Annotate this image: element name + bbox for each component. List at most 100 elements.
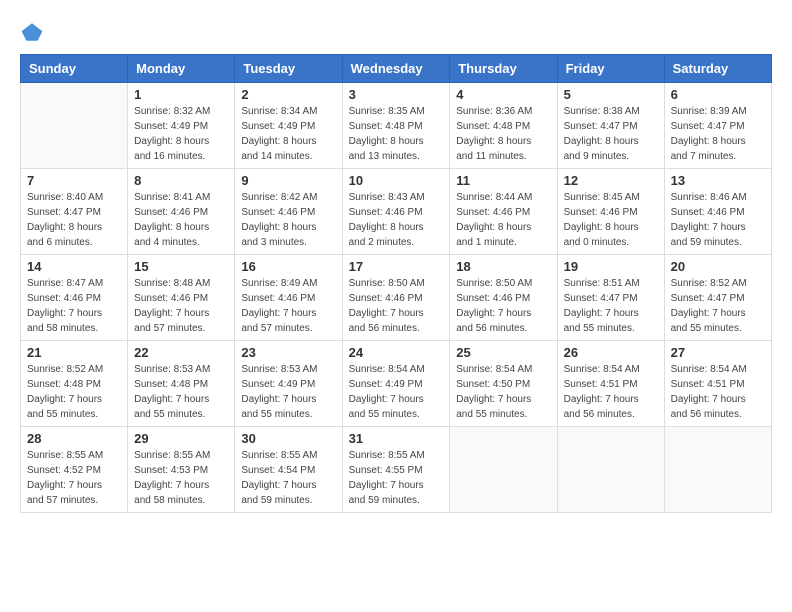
day-number: 12 bbox=[564, 173, 658, 188]
day-number: 22 bbox=[134, 345, 228, 360]
day-number: 16 bbox=[241, 259, 335, 274]
day-number: 29 bbox=[134, 431, 228, 446]
day-number: 19 bbox=[564, 259, 658, 274]
calendar-day-cell: 13 Sunrise: 8:46 AM Sunset: 4:46 PM Dayli… bbox=[664, 169, 771, 255]
day-info: Sunrise: 8:38 AM Sunset: 4:47 PM Dayligh… bbox=[564, 104, 658, 164]
day-number: 18 bbox=[456, 259, 550, 274]
calendar-day-cell: 14 Sunrise: 8:47 AM Sunset: 4:46 PM Dayli… bbox=[21, 255, 128, 341]
calendar-day-cell: 9 Sunrise: 8:42 AM Sunset: 4:46 PM Daylig… bbox=[235, 169, 342, 255]
day-info: Sunrise: 8:50 AM Sunset: 4:46 PM Dayligh… bbox=[349, 276, 444, 336]
day-info: Sunrise: 8:34 AM Sunset: 4:49 PM Dayligh… bbox=[241, 104, 335, 164]
calendar-day-cell: 6 Sunrise: 8:39 AM Sunset: 4:47 PM Daylig… bbox=[664, 83, 771, 169]
calendar-day-cell: 26Sunrise: 8:54 AM Sunset: 4:51 PM Dayli… bbox=[557, 341, 664, 427]
day-number: 23 bbox=[241, 345, 335, 360]
calendar-day-cell: 2 Sunrise: 8:34 AM Sunset: 4:49 PM Daylig… bbox=[235, 83, 342, 169]
day-number: 6 bbox=[671, 87, 765, 102]
calendar-day-cell bbox=[21, 83, 128, 169]
day-info: Sunrise: 8:53 AM Sunset: 4:48 PM Dayligh… bbox=[134, 362, 228, 422]
day-number: 28 bbox=[27, 431, 121, 446]
day-number: 20 bbox=[671, 259, 765, 274]
day-info: Sunrise: 8:52 AM Sunset: 4:47 PM Dayligh… bbox=[671, 276, 765, 336]
day-info: Sunrise: 8:46 AM Sunset: 4:46 PM Dayligh… bbox=[671, 190, 765, 250]
day-info: Sunrise: 8:42 AM Sunset: 4:46 PM Dayligh… bbox=[241, 190, 335, 250]
day-number: 31 bbox=[349, 431, 444, 446]
calendar-week-row: 7 Sunrise: 8:40 AM Sunset: 4:47 PM Daylig… bbox=[21, 169, 772, 255]
calendar-day-cell: 16 Sunrise: 8:49 AM Sunset: 4:46 PM Dayli… bbox=[235, 255, 342, 341]
calendar-day-cell: 27Sunrise: 8:54 AM Sunset: 4:51 PM Dayli… bbox=[664, 341, 771, 427]
day-number: 14 bbox=[27, 259, 121, 274]
day-info: Sunrise: 8:40 AM Sunset: 4:47 PM Dayligh… bbox=[27, 190, 121, 250]
calendar-day-cell: 12 Sunrise: 8:45 AM Sunset: 4:46 PM Dayli… bbox=[557, 169, 664, 255]
weekday-header: Tuesday bbox=[235, 55, 342, 83]
calendar-day-cell: 18 Sunrise: 8:50 AM Sunset: 4:46 PM Dayli… bbox=[450, 255, 557, 341]
day-info: Sunrise: 8:55 AM Sunset: 4:55 PM Dayligh… bbox=[349, 448, 444, 508]
day-info: Sunrise: 8:50 AM Sunset: 4:46 PM Dayligh… bbox=[456, 276, 550, 336]
day-info: Sunrise: 8:43 AM Sunset: 4:46 PM Dayligh… bbox=[349, 190, 444, 250]
day-info: Sunrise: 8:35 AM Sunset: 4:48 PM Dayligh… bbox=[349, 104, 444, 164]
day-info: Sunrise: 8:44 AM Sunset: 4:46 PM Dayligh… bbox=[456, 190, 550, 250]
day-info: Sunrise: 8:36 AM Sunset: 4:48 PM Dayligh… bbox=[456, 104, 550, 164]
calendar-header-row: SundayMondayTuesdayWednesdayThursdayFrid… bbox=[21, 55, 772, 83]
day-number: 4 bbox=[456, 87, 550, 102]
day-number: 21 bbox=[27, 345, 121, 360]
day-info: Sunrise: 8:55 AM Sunset: 4:53 PM Dayligh… bbox=[134, 448, 228, 508]
day-info: Sunrise: 8:55 AM Sunset: 4:52 PM Dayligh… bbox=[27, 448, 121, 508]
calendar-day-cell: 5Sunrise: 8:38 AM Sunset: 4:47 PM Daylig… bbox=[557, 83, 664, 169]
weekday-header: Thursday bbox=[450, 55, 557, 83]
calendar-day-cell: 7 Sunrise: 8:40 AM Sunset: 4:47 PM Daylig… bbox=[21, 169, 128, 255]
day-info: Sunrise: 8:54 AM Sunset: 4:49 PM Dayligh… bbox=[349, 362, 444, 422]
calendar-day-cell: 21Sunrise: 8:52 AM Sunset: 4:48 PM Dayli… bbox=[21, 341, 128, 427]
weekday-header: Wednesday bbox=[342, 55, 450, 83]
day-info: Sunrise: 8:48 AM Sunset: 4:46 PM Dayligh… bbox=[134, 276, 228, 336]
calendar-table: SundayMondayTuesdayWednesdayThursdayFrid… bbox=[20, 54, 772, 513]
day-number: 2 bbox=[241, 87, 335, 102]
day-info: Sunrise: 8:32 AM Sunset: 4:49 PM Dayligh… bbox=[134, 104, 228, 164]
logo bbox=[20, 20, 48, 44]
weekday-header: Monday bbox=[128, 55, 235, 83]
day-number: 24 bbox=[349, 345, 444, 360]
calendar-day-cell bbox=[557, 427, 664, 513]
weekday-header: Friday bbox=[557, 55, 664, 83]
day-info: Sunrise: 8:49 AM Sunset: 4:46 PM Dayligh… bbox=[241, 276, 335, 336]
calendar-week-row: 14 Sunrise: 8:47 AM Sunset: 4:46 PM Dayli… bbox=[21, 255, 772, 341]
day-number: 13 bbox=[671, 173, 765, 188]
day-number: 8 bbox=[134, 173, 228, 188]
day-info: Sunrise: 8:54 AM Sunset: 4:51 PM Dayligh… bbox=[671, 362, 765, 422]
calendar-day-cell: 11 Sunrise: 8:44 AM Sunset: 4:46 PM Dayli… bbox=[450, 169, 557, 255]
day-number: 10 bbox=[349, 173, 444, 188]
day-info: Sunrise: 8:45 AM Sunset: 4:46 PM Dayligh… bbox=[564, 190, 658, 250]
day-number: 11 bbox=[456, 173, 550, 188]
calendar-day-cell: 25 Sunrise: 8:54 AM Sunset: 4:50 PM Dayli… bbox=[450, 341, 557, 427]
calendar-day-cell: 4 Sunrise: 8:36 AM Sunset: 4:48 PM Daylig… bbox=[450, 83, 557, 169]
day-number: 1 bbox=[134, 87, 228, 102]
day-info: Sunrise: 8:55 AM Sunset: 4:54 PM Dayligh… bbox=[241, 448, 335, 508]
day-number: 3 bbox=[349, 87, 444, 102]
calendar-day-cell: 28 Sunrise: 8:55 AM Sunset: 4:52 PM Dayli… bbox=[21, 427, 128, 513]
day-info: Sunrise: 8:39 AM Sunset: 4:47 PM Dayligh… bbox=[671, 104, 765, 164]
day-number: 9 bbox=[241, 173, 335, 188]
calendar-day-cell: 10 Sunrise: 8:43 AM Sunset: 4:46 PM Dayli… bbox=[342, 169, 450, 255]
calendar-day-cell: 15Sunrise: 8:48 AM Sunset: 4:46 PM Dayli… bbox=[128, 255, 235, 341]
day-number: 7 bbox=[27, 173, 121, 188]
calendar-day-cell: 30Sunrise: 8:55 AM Sunset: 4:54 PM Dayli… bbox=[235, 427, 342, 513]
day-info: Sunrise: 8:53 AM Sunset: 4:49 PM Dayligh… bbox=[241, 362, 335, 422]
day-info: Sunrise: 8:41 AM Sunset: 4:46 PM Dayligh… bbox=[134, 190, 228, 250]
calendar-day-cell: 24 Sunrise: 8:54 AM Sunset: 4:49 PM Dayli… bbox=[342, 341, 450, 427]
day-info: Sunrise: 8:51 AM Sunset: 4:47 PM Dayligh… bbox=[564, 276, 658, 336]
page-header bbox=[20, 20, 772, 44]
logo-icon bbox=[20, 20, 44, 44]
day-info: Sunrise: 8:54 AM Sunset: 4:50 PM Dayligh… bbox=[456, 362, 550, 422]
calendar-day-cell bbox=[450, 427, 557, 513]
calendar-day-cell: 31 Sunrise: 8:55 AM Sunset: 4:55 PM Dayli… bbox=[342, 427, 450, 513]
day-info: Sunrise: 8:54 AM Sunset: 4:51 PM Dayligh… bbox=[564, 362, 658, 422]
calendar-day-cell: 8 Sunrise: 8:41 AM Sunset: 4:46 PM Daylig… bbox=[128, 169, 235, 255]
calendar-day-cell: 1 Sunrise: 8:32 AM Sunset: 4:49 PM Daylig… bbox=[128, 83, 235, 169]
calendar-day-cell: 29 Sunrise: 8:55 AM Sunset: 4:53 PM Dayli… bbox=[128, 427, 235, 513]
day-number: 25 bbox=[456, 345, 550, 360]
weekday-header: Saturday bbox=[664, 55, 771, 83]
day-info: Sunrise: 8:47 AM Sunset: 4:46 PM Dayligh… bbox=[27, 276, 121, 336]
weekday-header: Sunday bbox=[21, 55, 128, 83]
calendar-day-cell: 22 Sunrise: 8:53 AM Sunset: 4:48 PM Dayli… bbox=[128, 341, 235, 427]
calendar-week-row: 21Sunrise: 8:52 AM Sunset: 4:48 PM Dayli… bbox=[21, 341, 772, 427]
calendar-day-cell: 17Sunrise: 8:50 AM Sunset: 4:46 PM Dayli… bbox=[342, 255, 450, 341]
